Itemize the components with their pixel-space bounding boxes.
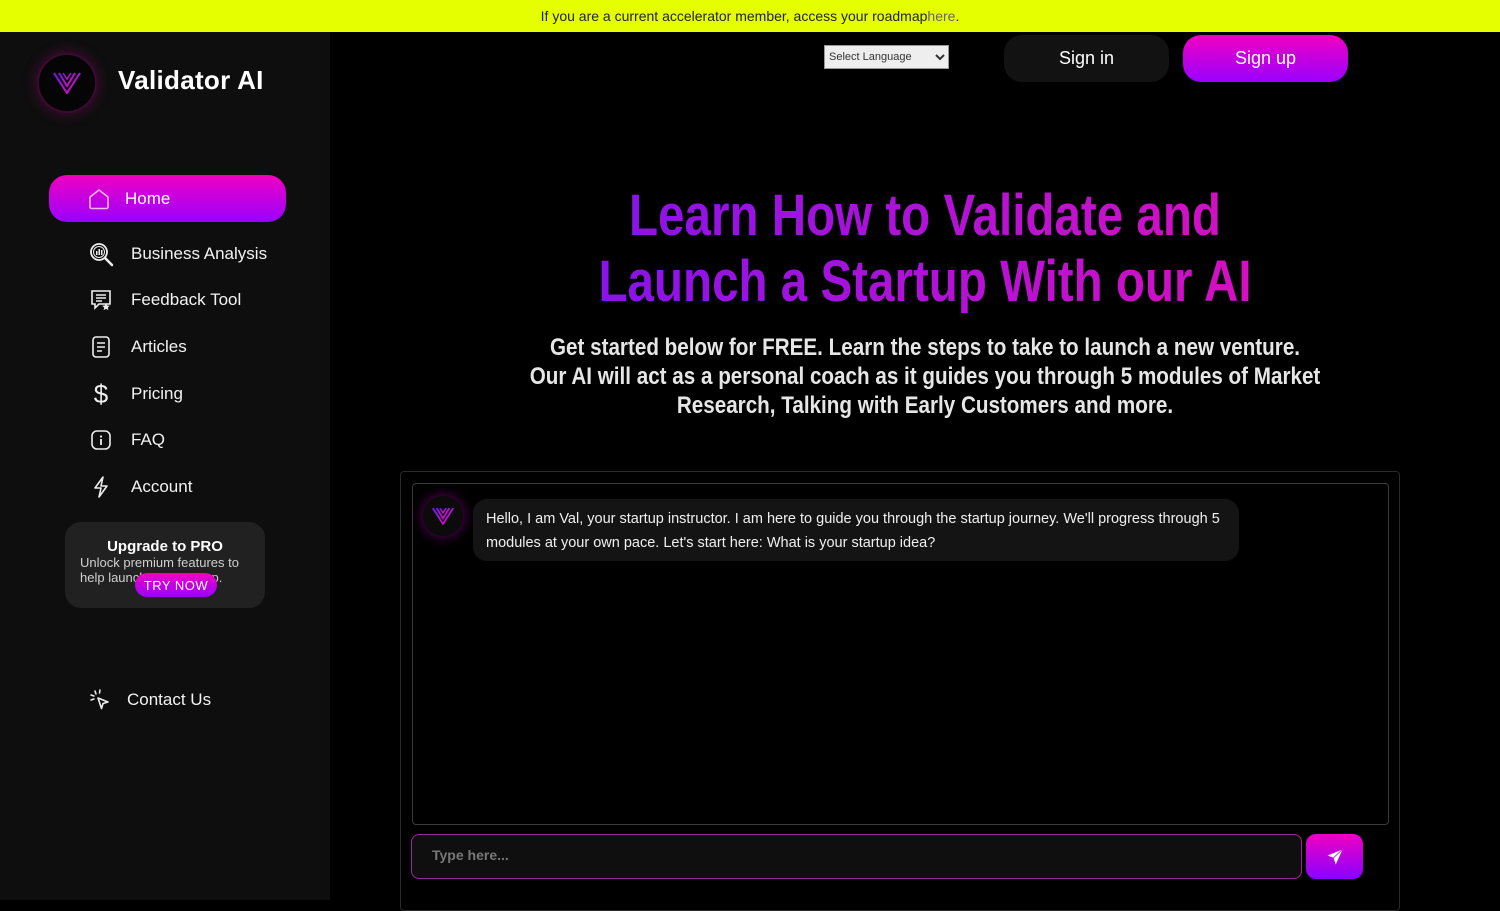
sidebar-item-faq[interactable]: FAQ — [88, 425, 165, 455]
upgrade-promo-card: Upgrade to PRO Unlock premium features t… — [65, 522, 265, 608]
hero-title-line-2: Launch a Startup With our AI — [598, 249, 1252, 314]
sidebar-item-account[interactable]: Account — [88, 472, 192, 502]
hero-subtitle-line-3: Research, Talking with Early Customers a… — [676, 392, 1174, 419]
hero-subtitle-line-1: Get started below for FREE. Learn the st… — [549, 334, 1301, 361]
sidebar-item-contact-us[interactable]: Contact Us — [87, 685, 211, 715]
banner-text: If you are a current accelerator member,… — [540, 8, 928, 24]
lightning-icon — [88, 474, 114, 500]
info-icon — [88, 427, 114, 453]
v-logo-icon — [432, 507, 454, 525]
dollar-icon: $ — [93, 378, 109, 409]
chat-messages[interactable]: Hello, I am Val, your startup instructor… — [412, 483, 1389, 825]
sign-in-button[interactable]: Sign in — [1004, 35, 1169, 82]
sidebar-item-label: Contact Us — [127, 690, 212, 709]
promo-title: Upgrade to PRO — [107, 538, 223, 555]
chat-panel: Hello, I am Val, your startup instructor… — [400, 471, 1400, 911]
sidebar-item-label: Business Analysis — [131, 244, 268, 263]
magnifier-chart-icon — [88, 241, 114, 267]
sidebar: Validator AI Home Business Analysis Feed… — [0, 32, 330, 900]
v-logo-icon — [53, 72, 81, 94]
sidebar-item-business-analysis[interactable]: Business Analysis — [88, 239, 267, 269]
sidebar-item-label: Home — [125, 188, 171, 208]
sidebar-item-articles[interactable]: Articles — [88, 332, 187, 362]
language-select[interactable]: Select Language — [824, 45, 949, 69]
sidebar-item-label: Feedback Tool — [131, 290, 242, 309]
top-banner: If you are a current accelerator member,… — [0, 0, 1500, 32]
pointer-click-icon — [87, 687, 113, 713]
hero-title: Learn How to Validate and Launch a Start… — [495, 183, 1356, 315]
feedback-chat-icon — [88, 287, 114, 313]
send-icon — [1327, 848, 1343, 864]
document-icon — [88, 334, 114, 360]
chat-input[interactable] — [411, 834, 1302, 879]
hero-subtitle-line-2: Our AI will act as a personal coach as i… — [529, 363, 1321, 390]
banner-roadmap-link[interactable]: here — [927, 8, 955, 24]
send-button[interactable] — [1306, 834, 1363, 879]
banner-suffix: . — [955, 8, 960, 24]
sidebar-item-label: Pricing — [131, 384, 183, 403]
bot-message: Hello, I am Val, your startup instructor… — [473, 499, 1239, 561]
brand-logo[interactable] — [37, 53, 97, 113]
sidebar-item-label: FAQ — [131, 430, 166, 449]
sign-up-button[interactable]: Sign up — [1183, 35, 1348, 82]
sidebar-item-label: Articles — [131, 337, 187, 356]
try-now-button[interactable]: TRY NOW — [135, 573, 217, 597]
sidebar-item-home[interactable]: Home — [49, 175, 286, 222]
sidebar-item-feedback-tool[interactable]: Feedback Tool — [88, 285, 241, 315]
bot-avatar — [423, 496, 463, 536]
hero-subtitle: Get started below for FREE. Learn the st… — [474, 333, 1377, 420]
sidebar-item-pricing[interactable]: $ Pricing — [88, 379, 183, 409]
brand-name: Validator AI — [118, 65, 264, 95]
home-icon — [89, 188, 109, 209]
sidebar-item-label: Account — [131, 477, 193, 496]
hero-title-line-1: Learn How to Validate and — [629, 183, 1221, 248]
